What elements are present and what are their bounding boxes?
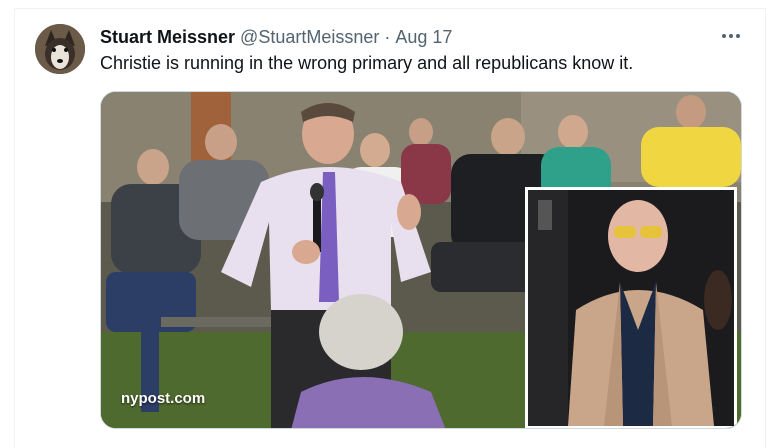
husky-dog-icon (35, 24, 85, 74)
display-name[interactable]: Stuart Meissner (100, 27, 235, 48)
avatar[interactable] (35, 24, 85, 74)
user-handle[interactable]: @StuartMeissner (240, 27, 379, 48)
inset-portrait-photo (525, 187, 737, 428)
tweet-header: Stuart Meissner @StuartMeissner · Aug 17 (100, 26, 452, 48)
separator: · (384, 26, 391, 47)
more-options-icon[interactable] (718, 26, 744, 46)
tweet-media-image[interactable]: nypost.com (100, 91, 742, 429)
media-watermark: nypost.com (121, 390, 206, 407)
tweet-text: Christie is running in the wrong primary… (100, 53, 634, 73)
tweet-date[interactable]: Aug 17 (395, 27, 452, 48)
